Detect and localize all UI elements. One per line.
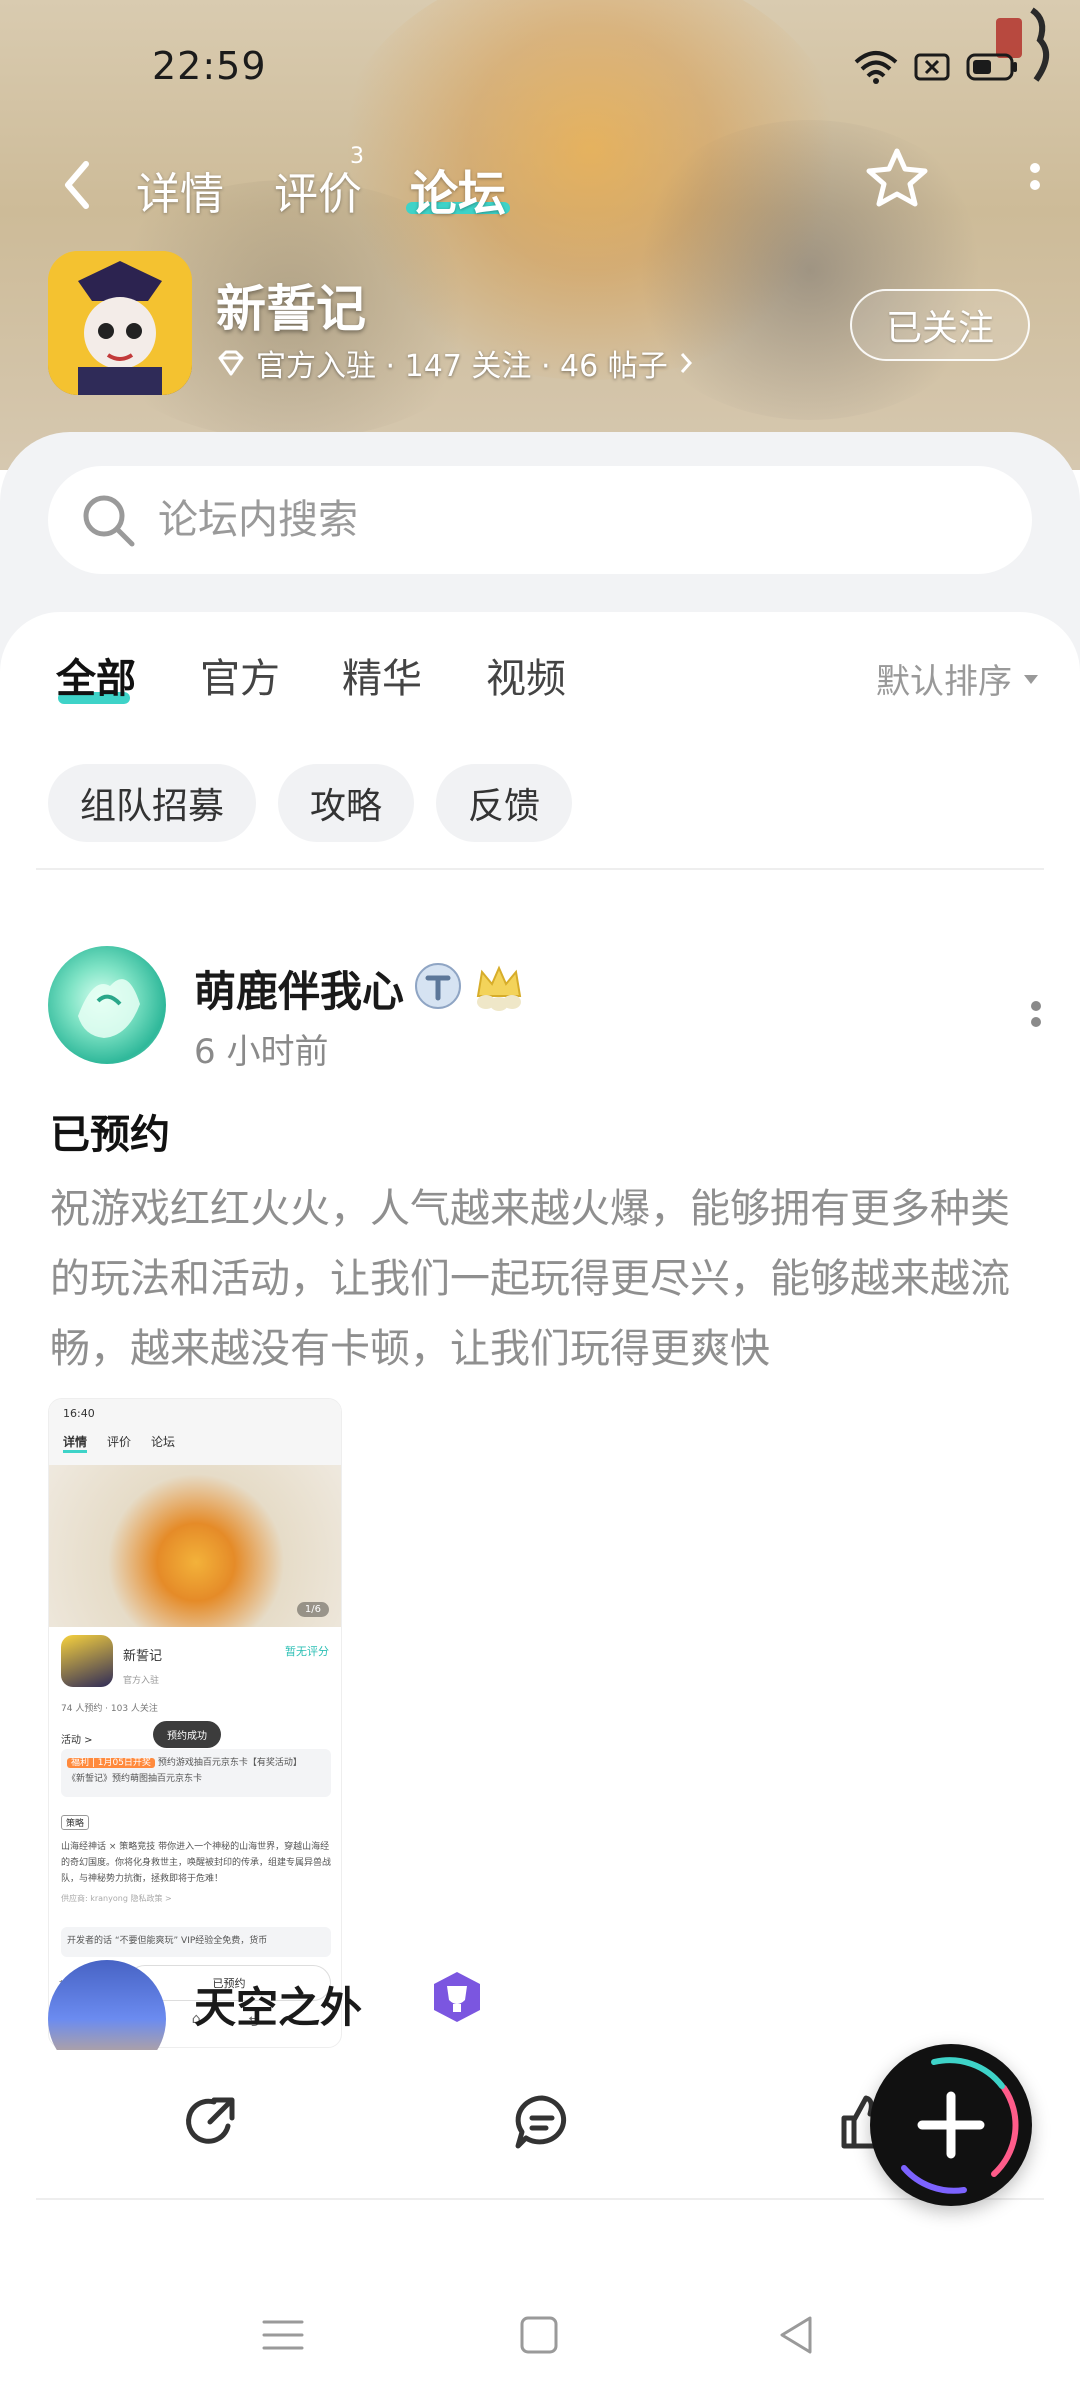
app-icon[interactable]: [48, 251, 192, 395]
status-bar: 22:59: [0, 0, 1080, 130]
shot-tabs: 详情 评价 论坛: [63, 1433, 175, 1453]
create-post-button[interactable]: [870, 2044, 1032, 2206]
shot-description: 山海经神话 × 策略竞技 带你进入一个神秘的山海世界，穿越山海经的奇幻国度。你将…: [61, 1842, 332, 1884]
shot-activity-card: 福利 | 1月05日开奖 预约游戏抽百元京东卡【有奖活动】 《新誓记》预约萌图抽…: [61, 1749, 331, 1797]
shot-banner-art: 1/6: [49, 1465, 341, 1627]
shot-tab-reviews: 评价: [107, 1435, 132, 1449]
shot-card-line2: 《新誓记》预约萌图抽百元京东卡: [67, 1774, 203, 1784]
tab-forum[interactable]: 论坛: [410, 154, 506, 224]
caret-down-icon: [1024, 674, 1038, 684]
shot-header: 16:40 详情 评价 论坛: [49, 1399, 341, 1465]
post-author[interactable]: 萌鹿伴我心: [194, 958, 404, 1019]
reviews-count-badge: 3: [350, 144, 364, 169]
divider: [36, 868, 1044, 870]
shot-card-line1: 预约游戏抽百元京东卡【有奖活动】: [157, 1758, 302, 1768]
follow-button[interactable]: 已关注: [850, 289, 1030, 361]
chip-team-recruit[interactable]: 组队招募: [48, 764, 257, 842]
shot-meta: 供应商: kranyong 隐私政策 >: [61, 1894, 172, 1903]
chevron-right-icon: [680, 353, 692, 373]
chip-guide[interactable]: 攻略: [278, 764, 415, 842]
no-sim-icon: [914, 53, 950, 81]
shot-rating: 暂无评分: [285, 1645, 329, 1658]
post-time: 6 小时前: [194, 1032, 329, 1072]
filter-official[interactable]: 官方: [200, 646, 280, 704]
app-info: 新誓记 官方入驻 · 147 关注 · 46 帖子 已关注: [0, 245, 1080, 405]
tab-details[interactable]: 详情: [136, 158, 224, 222]
share-icon[interactable]: [180, 2092, 240, 2152]
more-vertical-icon[interactable]: [1020, 160, 1050, 210]
app-meta-text: 官方入驻 · 147 关注 · 46 帖子: [256, 349, 668, 384]
shot-image-count: 1/6: [296, 1602, 329, 1617]
filter-all[interactable]: 全部: [56, 646, 136, 704]
shot-tab-details: 详情: [63, 1433, 88, 1453]
tab-reviews[interactable]: 评价: [274, 158, 362, 222]
shot-app-name: 新誓记: [123, 1649, 163, 1664]
app-name: 新誓记: [216, 280, 366, 338]
diamond-icon: [218, 350, 244, 376]
wifi-icon: [854, 51, 898, 84]
shot-card-tag: 福利 | 1月05日开奖: [67, 1758, 155, 1768]
plus-icon: [917, 2091, 985, 2159]
status-icons: [854, 50, 1018, 84]
shot-official: 官方入驻: [123, 1676, 160, 1686]
system-nav-bar: [0, 2268, 1080, 2400]
user-level-icon: [415, 963, 461, 1009]
back-icon[interactable]: [772, 2310, 822, 2360]
shot-tab-forum: 论坛: [151, 1435, 176, 1449]
app-meta[interactable]: 官方入驻 · 147 关注 · 46 帖子: [216, 341, 694, 385]
top-nav: 详情 评价 3 论坛: [0, 140, 1080, 230]
filter-video[interactable]: 视频: [486, 646, 566, 704]
avatar[interactable]: [48, 946, 166, 1064]
post-title: 已预约: [50, 1112, 170, 1158]
chip-feedback[interactable]: 反馈: [436, 764, 573, 842]
avatar-art: [78, 979, 140, 1038]
comment-icon[interactable]: [512, 2092, 572, 2152]
back-arrow-icon[interactable]: [58, 158, 98, 212]
status-time: 22:59: [152, 44, 267, 88]
sort-label: 默认排序: [876, 662, 1012, 702]
post-body: 祝游戏红红火火，人气越来越火爆，能够拥有更多种类的玩法和活动，让我们一起玩得更尽…: [50, 1186, 1010, 1372]
search-input[interactable]: [158, 466, 978, 574]
search-bar[interactable]: [48, 466, 1032, 574]
topic-chips: 组队招募 攻略 反馈: [48, 764, 573, 842]
crown-icon: [476, 965, 522, 1011]
battery-icon: [966, 53, 1017, 81]
shot-time: 16:40: [63, 1407, 95, 1420]
more-vertical-icon[interactable]: [1026, 998, 1046, 1042]
avatar[interactable]: [48, 1960, 166, 2050]
menu-icon[interactable]: [258, 2310, 308, 2360]
header-banner: 22:59 详情 评价 3 论坛 新誓记 官方入驻 · 147 关注 · 46 …: [0, 0, 1080, 470]
shot-strategy-tag: 策略: [61, 1815, 90, 1830]
app-icon-art: [48, 251, 192, 395]
filter-tabs: 全部 官方 精华 视频 默认排序: [0, 612, 1080, 732]
forum-post[interactable]: 天空之外: [0, 1920, 1080, 2050]
sort-dropdown[interactable]: 默认排序: [876, 654, 1040, 703]
trophy-badge-icon: [434, 1972, 480, 2022]
shot-stats: 74 人预约 · 103 人关注: [61, 1704, 158, 1714]
shot-toast: 预约成功: [153, 1721, 221, 1748]
shot-app-icon: [61, 1635, 113, 1687]
search-icon: [83, 495, 135, 547]
filter-featured[interactable]: 精华: [342, 646, 422, 704]
home-icon[interactable]: [514, 2310, 564, 2360]
star-outline-icon[interactable]: [864, 146, 930, 212]
shot-activity: 活动 >: [61, 1735, 93, 1746]
post-author[interactable]: 天空之外: [194, 1974, 362, 2035]
